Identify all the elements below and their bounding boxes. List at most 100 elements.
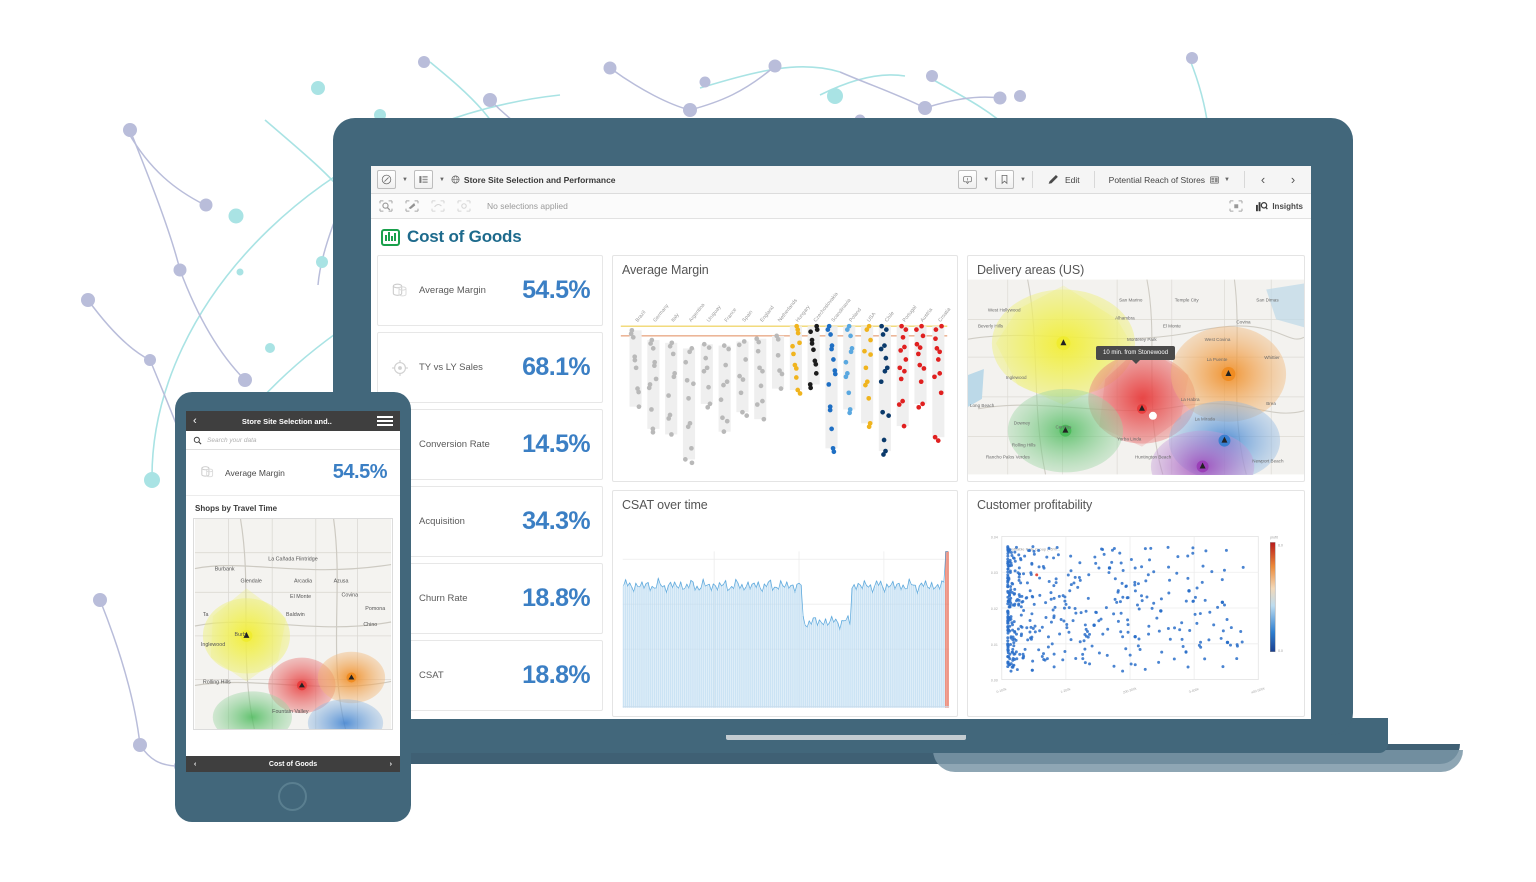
sheet-name-caret-icon[interactable]: ▼ bbox=[1224, 177, 1230, 183]
map-tooltip: 10 min. from Stonewood bbox=[1096, 346, 1176, 364]
svg-text:Yorba Linda: Yorba Linda bbox=[1117, 437, 1142, 442]
kpi-value: 14.5% bbox=[522, 430, 590, 458]
svg-text:Newport Beach: Newport Beach bbox=[1252, 458, 1284, 463]
kpi-value: 34.3% bbox=[522, 507, 590, 535]
customer-profitability-chart[interactable]: 0.00 0.01 0.02 0.03 0.04 0-100k 1-200k 200-300k… bbox=[968, 514, 1304, 710]
laptop-device: ▼ ▼ Store Site Selection and Performance… bbox=[228, 118, 1463, 772]
delivery-map[interactable]: West Hollywood Beverly Hills San Marino Te… bbox=[968, 279, 1304, 481]
chat-button[interactable] bbox=[958, 170, 978, 189]
svg-text:Uruguay: Uruguay bbox=[706, 304, 723, 323]
clear-selections-icon[interactable] bbox=[457, 200, 471, 212]
svg-text:Burb: Burb bbox=[235, 632, 246, 638]
svg-text:Beverly Hills: Beverly Hills bbox=[978, 323, 1004, 328]
mobile-map[interactable]: Burbank La Cañada Flintridge Glendale Arca… bbox=[193, 518, 393, 730]
mobile-prev-button[interactable]: ‹ bbox=[194, 761, 196, 768]
charts-row-bottom: CSAT over time Customer profitability 0.… bbox=[612, 490, 1305, 717]
stacked-coins-icon bbox=[392, 283, 407, 296]
selections-bar: No selections applied Insights bbox=[371, 194, 1311, 219]
nav-menu-button[interactable] bbox=[377, 170, 396, 189]
mobile-kpi-value: 54.5% bbox=[332, 461, 388, 483]
svg-text:West Covina: West Covina bbox=[1205, 337, 1231, 342]
next-sheet-button[interactable]: › bbox=[1281, 172, 1305, 187]
fullscreen-icon[interactable] bbox=[1229, 200, 1243, 212]
sheet-thumb-icon bbox=[1210, 176, 1219, 183]
svg-text:Downey: Downey bbox=[1014, 421, 1031, 426]
sheet-name-button[interactable]: Potential Reach of Stores ▼ bbox=[1101, 175, 1238, 185]
edit-button[interactable]: Edit bbox=[1039, 173, 1088, 186]
laptop-screen: ▼ ▼ Store Site Selection and Performance… bbox=[371, 166, 1311, 719]
csat-chart[interactable] bbox=[613, 514, 957, 710]
mobile-kpi-average-margin[interactable]: Average Margin 54.5% bbox=[186, 450, 400, 496]
mobile-home-button[interactable] bbox=[278, 782, 307, 811]
sheet-grid: Average Margin 54.5% TY vs LY Sales 68.1… bbox=[377, 255, 1305, 717]
toolbar-divider-2 bbox=[1093, 171, 1095, 188]
svg-text:La Puente: La Puente bbox=[1207, 357, 1228, 362]
svg-text:0.00: 0.00 bbox=[991, 679, 998, 683]
chat-caret-icon[interactable]: ▼ bbox=[983, 177, 989, 183]
kpi-card-average-margin[interactable]: Average Margin 54.5% bbox=[377, 255, 603, 326]
search-icon bbox=[193, 436, 202, 444]
mobile-search-bar[interactable]: Search your data bbox=[186, 431, 400, 450]
svg-text:Rancho Palos Verdes: Rancho Palos Verdes bbox=[986, 455, 1031, 460]
bookmark-caret-icon[interactable]: ▼ bbox=[1020, 177, 1026, 183]
mobile-kpi-label: Average Margin bbox=[225, 467, 285, 478]
panel-average-margin[interactable]: Average Margin Brazil Germany Italy Argenti… bbox=[612, 255, 958, 482]
step-back-icon[interactable] bbox=[431, 200, 445, 212]
mobile-search-placeholder: Search your data bbox=[207, 436, 257, 444]
svg-text:West Hollywood: West Hollywood bbox=[988, 307, 1021, 312]
insights-button[interactable]: Insights bbox=[1255, 201, 1303, 212]
target-icon bbox=[392, 359, 408, 376]
sheet-canvas: Cost of Goods Average Margin 54.5% TY vs… bbox=[371, 219, 1311, 719]
hamburger-menu-icon[interactable] bbox=[377, 416, 393, 426]
globe-icon bbox=[451, 175, 460, 184]
mobile-footer-title: Cost of Goods bbox=[268, 760, 318, 768]
nav-menu-caret-icon[interactable]: ▼ bbox=[402, 177, 408, 183]
charts-row-top: Average Margin Brazil Germany Italy Argenti… bbox=[612, 255, 1305, 482]
mobile-header: ‹ Store Site Selection and.. bbox=[186, 411, 400, 431]
selection-search-icon[interactable] bbox=[379, 200, 393, 212]
svg-text:Covina: Covina bbox=[1236, 319, 1251, 324]
svg-text:France: France bbox=[724, 307, 739, 323]
phone-screen: ‹ Store Site Selection and.. Search your… bbox=[186, 411, 400, 772]
svg-text:Chile: Chile bbox=[884, 310, 896, 323]
panel-customer-profitability[interactable]: Customer profitability 0.00 0.01 0.02 0.03 0… bbox=[967, 490, 1305, 717]
svg-text:Hungary: Hungary bbox=[795, 304, 812, 323]
svg-text:Germany: Germany bbox=[652, 303, 670, 324]
svg-text:Portugal: Portugal bbox=[902, 305, 919, 324]
prev-sheet-button[interactable]: ‹ bbox=[1251, 172, 1275, 187]
laptop-lid: ▼ ▼ Store Site Selection and Performance… bbox=[333, 118, 1353, 735]
kpi-value: 18.8% bbox=[522, 584, 590, 612]
panel-csat-over-time[interactable]: CSAT over time bbox=[612, 490, 958, 717]
shops-travel-time-map: Burbank La Cañada Flintridge Glendale Arca… bbox=[194, 519, 392, 729]
panel-delivery-areas[interactable]: Delivery areas (US) West Hollywood Bever… bbox=[967, 255, 1305, 482]
sheet-selector-button[interactable] bbox=[413, 170, 433, 189]
lasso-select-icon[interactable] bbox=[405, 200, 419, 212]
insights-label: Insights bbox=[1272, 201, 1303, 211]
bookmark-button[interactable] bbox=[995, 170, 1015, 189]
svg-text:Whittier: Whittier bbox=[1264, 355, 1280, 360]
mobile-next-button[interactable]: › bbox=[390, 761, 392, 768]
svg-text:La Cañada Flintridge: La Cañada Flintridge bbox=[268, 557, 318, 563]
kpi-value: 68.1% bbox=[522, 353, 590, 381]
svg-text:England: England bbox=[759, 305, 775, 324]
app-toolbar: ▼ ▼ Store Site Selection and Performance… bbox=[371, 166, 1311, 194]
app-title: Store Site Selection and Performance bbox=[463, 174, 616, 185]
svg-text:Cerritos: Cerritos bbox=[1055, 425, 1072, 430]
insights-bulb-icon bbox=[1256, 201, 1269, 211]
svg-text:200-300k: 200-300k bbox=[1122, 686, 1137, 694]
svg-text:Austria: Austria bbox=[920, 307, 935, 323]
kpi-label: Acquisition bbox=[419, 516, 465, 527]
average-margin-chart[interactable]: Brazil Germany Italy Argentina Uruguay France… bbox=[613, 279, 957, 475]
svg-text:0.03: 0.03 bbox=[991, 571, 998, 575]
sheet-selector-caret-icon[interactable]: ▼ bbox=[439, 177, 445, 183]
svg-text:Huntington Beach: Huntington Beach bbox=[1135, 455, 1172, 460]
kpi-value: 18.8% bbox=[522, 661, 590, 689]
mobile-device: ‹ Store Site Selection and.. Search your… bbox=[175, 392, 411, 822]
panel-title: Average Margin bbox=[622, 263, 709, 277]
svg-text:USA: USA bbox=[866, 311, 878, 323]
svg-text:La Habra: La Habra bbox=[1181, 397, 1200, 402]
svg-text:Alhambra: Alhambra bbox=[1115, 315, 1135, 320]
panel-title: Delivery areas (US) bbox=[977, 263, 1085, 277]
svg-text:Brea: Brea bbox=[1266, 401, 1276, 406]
svg-text:3-400k: 3-400k bbox=[1188, 687, 1199, 694]
